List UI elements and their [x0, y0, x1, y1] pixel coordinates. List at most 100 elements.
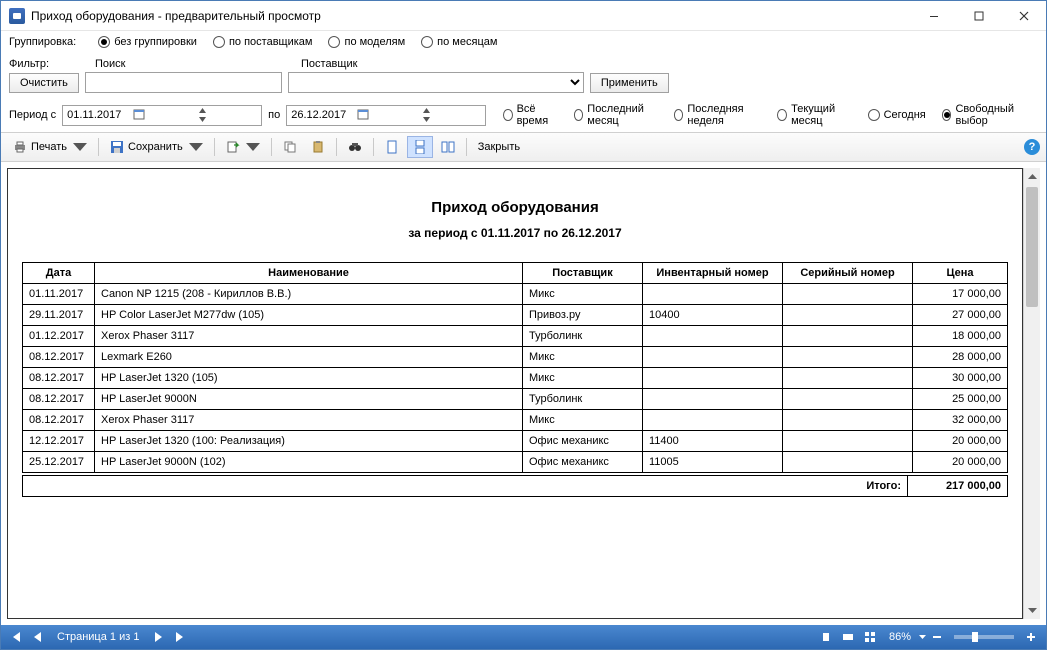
find-button[interactable]: [342, 136, 368, 158]
view-multipage-button[interactable]: [435, 136, 461, 158]
period-free-radio[interactable]: Свободный выбор: [942, 103, 1028, 127]
period-currentmonth-radio[interactable]: Текущий месяц: [777, 103, 851, 127]
chevron-down-icon: [189, 140, 203, 154]
cell-serial: [783, 368, 913, 389]
app-window: Приход оборудования - предварительный пр…: [0, 0, 1047, 650]
cell-supplier: Турболинк: [523, 389, 643, 410]
cell-name: Lexmark E260: [95, 347, 523, 368]
cell-date: 29.11.2017: [23, 305, 95, 326]
cell-inventory: [643, 368, 783, 389]
cell-price: 20 000,00: [913, 452, 1008, 473]
scroll-track[interactable]: [1024, 185, 1040, 602]
separator: [336, 138, 337, 156]
grouping-label: Группировка:: [9, 36, 76, 48]
continuous-page-icon: [413, 140, 427, 154]
close-button[interactable]: [1001, 1, 1046, 30]
period-lastweek-label: Последняя неделя: [687, 103, 761, 127]
print-button[interactable]: Печать: [7, 136, 93, 158]
zoom-in-button[interactable]: [1020, 627, 1042, 647]
apply-button[interactable]: Применить: [590, 73, 669, 93]
date-from-field[interactable]: 01.11.2017: [62, 105, 262, 126]
minimize-button[interactable]: [911, 1, 956, 30]
cell-inventory: 11005: [643, 452, 783, 473]
cell-inventory: [643, 347, 783, 368]
cell-serial: [783, 347, 913, 368]
single-page-icon: [385, 140, 399, 154]
binoculars-icon: [348, 140, 362, 154]
copy-icon: [283, 140, 297, 154]
chevron-down-icon[interactable]: [919, 635, 926, 639]
close-preview-button[interactable]: Закрыть: [472, 137, 526, 157]
view-continuous-button[interactable]: [407, 136, 433, 158]
date-to-value: 26.12.2017: [291, 109, 353, 121]
paste-button[interactable]: [305, 136, 331, 158]
cell-name: Xerox Phaser 3117: [95, 326, 523, 347]
zoom-multi-button[interactable]: [859, 627, 881, 647]
period-all-radio[interactable]: Всё время: [503, 103, 558, 127]
zoom-out-button[interactable]: [926, 627, 948, 647]
chevron-down-icon: [246, 140, 260, 154]
scroll-down-button[interactable]: [1024, 602, 1040, 619]
date-from-up[interactable]: [197, 106, 208, 115]
group-month-radio[interactable]: по месяцам: [421, 36, 497, 48]
nav-next-button[interactable]: [147, 627, 169, 647]
period-lastmonth-radio[interactable]: Последний месяц: [574, 103, 658, 127]
search-input[interactable]: [85, 72, 282, 93]
close-preview-label: Закрыть: [478, 141, 520, 153]
period-today-radio[interactable]: Сегодня: [868, 109, 926, 121]
date-to-down[interactable]: [421, 115, 432, 124]
cell-price: 30 000,00: [913, 368, 1008, 389]
floppy-icon: [110, 140, 124, 154]
group-model-radio[interactable]: по моделям: [328, 36, 405, 48]
date-to-field[interactable]: 26.12.2017: [286, 105, 486, 126]
nav-last-button[interactable]: [169, 627, 191, 647]
maximize-button[interactable]: [956, 1, 1001, 30]
copy-button[interactable]: [277, 136, 303, 158]
cell-price: 27 000,00: [913, 305, 1008, 326]
zoom-slider-thumb[interactable]: [972, 632, 978, 642]
cell-supplier: Микс: [523, 347, 643, 368]
supplier-select[interactable]: [288, 72, 584, 93]
period-all-label: Всё время: [517, 103, 558, 127]
separator: [271, 138, 272, 156]
cell-date: 08.12.2017: [23, 389, 95, 410]
scroll-thumb[interactable]: [1026, 187, 1038, 307]
preview-area: Приход оборудования за период с 01.11.20…: [1, 162, 1046, 625]
scroll-up-button[interactable]: [1024, 168, 1040, 185]
zoom-fitpage-button[interactable]: [815, 627, 837, 647]
export-button[interactable]: [220, 136, 266, 158]
cell-name: HP Color LaserJet M277dw (105): [95, 305, 523, 326]
date-from-down[interactable]: [197, 115, 208, 124]
vertical-scrollbar[interactable]: [1023, 168, 1040, 619]
cell-serial: [783, 305, 913, 326]
view-singlepage-button[interactable]: [379, 136, 405, 158]
clear-button[interactable]: Очистить: [9, 73, 79, 93]
period-lastweek-radio[interactable]: Последняя неделя: [674, 103, 762, 127]
printer-icon: [13, 140, 27, 154]
group-model-label: по моделям: [344, 36, 405, 48]
cell-inventory: [643, 410, 783, 431]
table-row: 12.12.2017HP LaserJet 1320 (100: Реализа…: [23, 431, 1008, 452]
group-none-label: без группировки: [114, 36, 197, 48]
help-button[interactable]: ?: [1024, 139, 1040, 155]
calendar-icon[interactable]: [357, 108, 419, 123]
nav-prev-button[interactable]: [27, 627, 49, 647]
report-subtitle: за период с 01.11.2017 по 26.12.2017: [22, 226, 1008, 240]
date-to-up[interactable]: [421, 106, 432, 115]
col-inventory: Инвентарный номер: [643, 263, 783, 284]
cell-inventory: [643, 284, 783, 305]
group-none-radio[interactable]: без группировки: [98, 36, 197, 48]
cell-supplier: Турболинк: [523, 326, 643, 347]
group-supplier-radio[interactable]: по поставщикам: [213, 36, 313, 48]
calendar-icon[interactable]: [133, 108, 195, 123]
period-row: Период с 01.11.2017 по 26.12.2017 Всё вр…: [1, 98, 1046, 132]
cell-name: Canon NP 1215 (208 - Кириллов В.В.): [95, 284, 523, 305]
cell-supplier: Офис механикс: [523, 452, 643, 473]
table-row: 01.12.2017Xerox Phaser 3117Турболинк18 0…: [23, 326, 1008, 347]
zoom-slider[interactable]: [954, 635, 1014, 639]
zoom-fitwidth-button[interactable]: [837, 627, 859, 647]
save-button[interactable]: Сохранить: [104, 136, 209, 158]
nav-first-button[interactable]: [5, 627, 27, 647]
col-supplier: Поставщик: [523, 263, 643, 284]
cell-supplier: Привоз.ру: [523, 305, 643, 326]
